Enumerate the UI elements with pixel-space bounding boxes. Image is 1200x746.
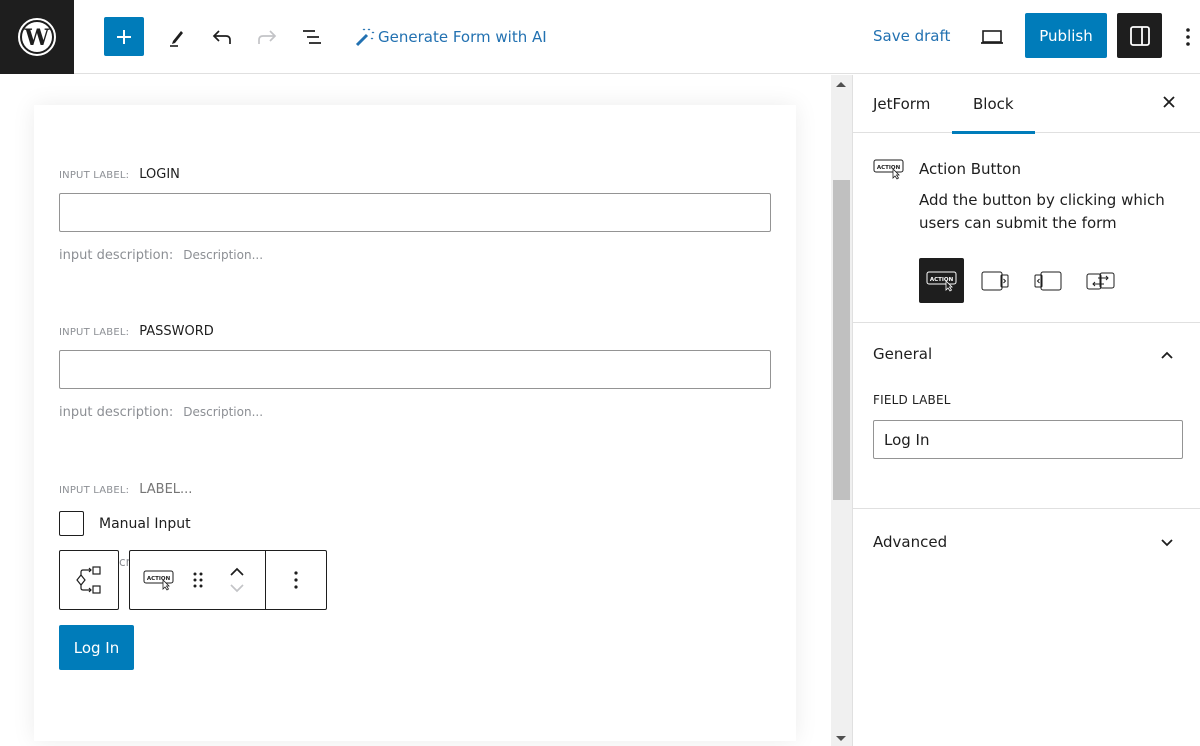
prev-page-icon	[1034, 271, 1061, 290]
login-description-placeholder[interactable]: Description...	[183, 248, 263, 262]
canvas-scrollbar[interactable]	[831, 75, 852, 746]
block-options-button[interactable]	[266, 551, 326, 609]
input-description-key: input description:	[59, 248, 174, 263]
scrollbar-thumb[interactable]	[833, 180, 850, 500]
login-input[interactable]	[59, 193, 771, 232]
editor-canvas: INPUT LABEL: LOGIN input description: De…	[0, 75, 831, 746]
generate-form-ai-label: Generate Form with AI	[378, 28, 547, 46]
transform-group	[59, 550, 119, 610]
chevron-down-icon[interactable]	[229, 583, 245, 593]
drag-handle[interactable]	[188, 551, 208, 609]
variation-next-page[interactable]	[972, 258, 1017, 303]
action-button-icon: ACTION	[873, 159, 904, 180]
block-controls-group: ACTION	[129, 550, 327, 610]
tab-jetform[interactable]: JetForm	[873, 75, 930, 133]
laptop-icon	[981, 30, 1003, 44]
tools-button[interactable]	[161, 22, 191, 52]
block-description: Add the button by clicking which users c…	[919, 191, 1165, 232]
action-button-icon: ACTION	[143, 570, 174, 591]
undo-button[interactable]	[207, 22, 237, 52]
checkbox-field-block[interactable]: INPUT LABEL: LABEL...	[59, 482, 192, 497]
advanced-panel-title[interactable]: Advanced	[873, 533, 947, 551]
generate-form-ai-button[interactable]: Generate Form with AI	[354, 26, 547, 48]
pencil-icon	[170, 31, 183, 47]
login-field-block[interactable]: INPUT LABEL: LOGIN input description: De…	[59, 167, 771, 263]
password-description-placeholder[interactable]: Description...	[183, 405, 263, 419]
variation-prev-page[interactable]	[1025, 258, 1070, 303]
redo-button[interactable]	[252, 22, 282, 52]
plus-icon	[117, 29, 131, 44]
variation-change-render-state[interactable]	[1078, 258, 1123, 303]
svg-text:W: W	[24, 25, 50, 51]
publish-button[interactable]: Publish	[1025, 13, 1107, 58]
general-panel: General FIELD LABEL	[853, 323, 1200, 509]
transform-block-button[interactable]	[60, 551, 118, 609]
close-icon	[1163, 96, 1175, 108]
block-type-button[interactable]: ACTION	[130, 551, 188, 609]
chevron-down-icon[interactable]	[1159, 535, 1175, 551]
password-label[interactable]: PASSWORD	[139, 324, 214, 339]
block-toolbar: ACTION	[59, 550, 327, 610]
mover-controls	[208, 551, 265, 609]
next-page-icon	[981, 271, 1008, 290]
input-label-key: INPUT LABEL:	[59, 485, 130, 496]
options-menu-button[interactable]	[1178, 24, 1198, 50]
manual-input-checkbox[interactable]	[59, 511, 84, 536]
input-label-key: INPUT LABEL:	[59, 327, 130, 338]
form-canvas: INPUT LABEL: LOGIN input description: De…	[34, 105, 796, 741]
tab-block[interactable]: Block	[952, 75, 1034, 134]
add-block-button[interactable]	[104, 17, 144, 56]
manual-input-option[interactable]: Manual Input	[59, 511, 191, 536]
preview-button[interactable]	[979, 24, 1005, 50]
input-description-key: input description:	[59, 405, 174, 420]
sidebar-tabs: JetForm Block	[853, 75, 1200, 134]
block-title: Action Button	[919, 160, 1021, 178]
change-state-icon	[1086, 272, 1114, 289]
redo-icon	[258, 30, 277, 44]
block-card-icon-wrapper: ACTION	[873, 158, 905, 184]
action-text: ACTION	[147, 576, 171, 582]
password-input[interactable]	[59, 350, 771, 389]
action-text: ACTION	[877, 165, 901, 171]
checkbox-label-placeholder[interactable]: LABEL...	[139, 482, 192, 497]
wordpress-logo-icon: W	[18, 18, 56, 56]
wordpress-logo-button[interactable]: W	[0, 0, 74, 74]
magic-wand-icon	[355, 28, 375, 47]
undo-icon	[212, 30, 231, 44]
settings-toggle-button[interactable]	[1117, 13, 1162, 58]
variation-action-button[interactable]: ACTION	[919, 258, 964, 303]
conditional-branch-icon	[76, 566, 101, 594]
login-label[interactable]: LOGIN	[139, 167, 180, 182]
scroll-down-arrow-icon[interactable]	[836, 736, 846, 741]
password-field-block[interactable]: INPUT LABEL: PASSWORD input description:…	[59, 324, 771, 420]
manual-input-label: Manual Input	[99, 515, 191, 532]
field-label-title: FIELD LABEL	[873, 393, 951, 407]
save-draft-button[interactable]: Save draft	[873, 27, 950, 45]
list-view-icon	[303, 30, 321, 44]
drag-handle-icon	[193, 572, 203, 588]
settings-sidebar: JetForm Block ACTION Action Button Add t…	[852, 75, 1200, 746]
input-label-key: INPUT LABEL:	[59, 170, 130, 181]
close-sidebar-button[interactable]	[1159, 92, 1179, 112]
block-card: ACTION Action Button Add the button by c…	[853, 134, 1200, 323]
advanced-panel: Advanced	[853, 509, 1200, 575]
chevron-up-icon[interactable]	[1159, 347, 1175, 363]
list-view-button[interactable]	[297, 22, 327, 52]
more-vertical-icon	[294, 571, 298, 589]
action-text: ACTION	[929, 277, 953, 283]
log-in-button[interactable]: Log In	[59, 625, 134, 670]
more-vertical-icon	[1186, 28, 1190, 46]
chevron-up-icon[interactable]	[229, 567, 245, 577]
sidebar-toggle-icon	[1129, 25, 1150, 46]
field-label-input[interactable]	[873, 420, 1183, 459]
scroll-up-arrow-icon[interactable]	[836, 82, 846, 87]
block-variations: ACTION	[919, 258, 1123, 303]
general-panel-title[interactable]: General	[873, 345, 932, 363]
editor-topbar: W Generate Form with AI Save draft Publi…	[0, 0, 1200, 74]
action-button-icon: ACTION	[926, 271, 956, 292]
